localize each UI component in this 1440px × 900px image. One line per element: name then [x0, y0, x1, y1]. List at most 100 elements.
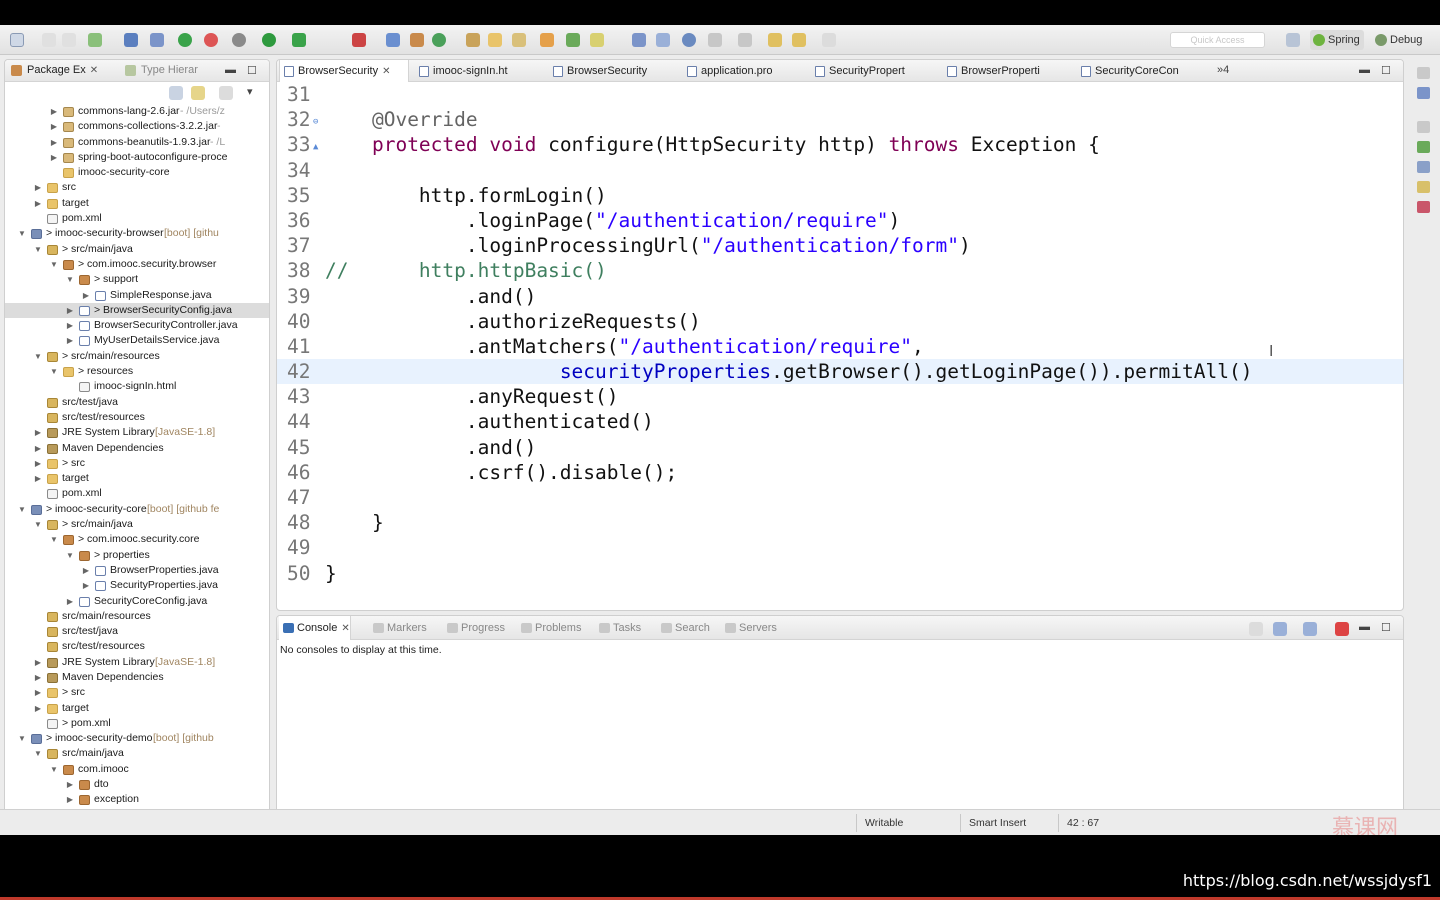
spring-console-icon[interactable] — [1335, 622, 1349, 636]
debug-perspective-button[interactable]: Debug — [1372, 30, 1426, 50]
layout-icon[interactable] — [632, 33, 646, 47]
expand-right-icon[interactable]: ▶ — [33, 196, 43, 211]
next-annotation-icon[interactable] — [708, 33, 722, 47]
annotate-icon[interactable] — [566, 33, 580, 47]
editor-tab[interactable]: imooc-signIn.ht — [415, 60, 541, 82]
tree-item[interactable]: ▶ Maven Dependencies — [5, 441, 269, 456]
code-area[interactable]: 31 32 ⊖ @Override 33 ▲ protected void config… — [277, 82, 1403, 586]
expand-right-icon[interactable]: ▶ — [33, 425, 43, 440]
tree-item[interactable]: pom.xml — [5, 211, 269, 226]
tree-item[interactable]: ▶ JRE System Library [JavaSE-1.8] — [5, 425, 269, 440]
expand-right-icon[interactable]: ▶ — [65, 792, 75, 807]
tree-item[interactable]: ▼ com.imooc — [5, 762, 269, 777]
tree-item[interactable]: ▼ > support — [5, 272, 269, 287]
editor-tab[interactable]: SecurityPropert — [811, 60, 937, 82]
git-icon[interactable] — [1417, 141, 1430, 153]
code-line[interactable]: 35 http.formLogin() — [277, 183, 1403, 208]
tree-item[interactable]: ▶ target — [5, 196, 269, 211]
code-line[interactable]: 34 — [277, 158, 1403, 183]
expand-down-icon[interactable]: ▼ — [49, 257, 59, 272]
outline-icon[interactable] — [1417, 87, 1430, 99]
restore-lower-icon[interactable] — [1417, 121, 1430, 133]
more-tabs-indicator[interactable]: »4 — [1217, 64, 1229, 76]
maximize-icon[interactable]: ☐ — [1381, 64, 1391, 77]
expand-right-icon[interactable]: ▶ — [33, 471, 43, 486]
editor-tab[interactable]: SecurityCoreCon — [1077, 60, 1203, 82]
task-icon[interactable] — [540, 33, 554, 47]
display-console-icon[interactable] — [1273, 622, 1287, 636]
minimize-icon[interactable]: ▬ — [225, 64, 236, 76]
code-line[interactable]: 37 .loginProcessingUrl("/authentication/… — [277, 233, 1403, 258]
tree-item[interactable]: pom.xml — [5, 486, 269, 501]
tree-item[interactable]: ▼ > com.imooc.security.core — [5, 532, 269, 547]
collapse-all-icon[interactable] — [169, 86, 183, 100]
code-line[interactable]: 38 // http.httpBasic() — [277, 258, 1403, 283]
code-line[interactable]: 48 } — [277, 510, 1403, 535]
tree-item[interactable]: ▶ > BrowserSecurityConfig.java — [5, 302, 269, 319]
code-line[interactable]: 44 .authenticated() — [277, 409, 1403, 434]
expand-right-icon[interactable]: ▶ — [33, 670, 43, 685]
terminal-icon[interactable] — [124, 33, 138, 47]
expand-down-icon[interactable]: ▼ — [49, 532, 59, 547]
tree-item[interactable]: imooc-security-core — [5, 165, 269, 180]
tree-item[interactable]: ▶ src — [5, 180, 269, 195]
tree-item[interactable]: ▼ > imooc-security-demo [boot] [github — [5, 731, 269, 746]
open-console-icon[interactable] — [1303, 622, 1317, 636]
expand-right-icon[interactable]: ▶ — [65, 318, 75, 333]
tree-item[interactable]: ▶ commons-collections-3.2.2.jar - — [5, 119, 269, 134]
spring-perspective-button[interactable]: Spring — [1310, 30, 1364, 50]
code-line[interactable]: 45 .and() — [277, 435, 1403, 460]
expand-right-icon[interactable]: ▶ — [65, 594, 75, 609]
tree-item[interactable]: src/test/resources — [5, 410, 269, 425]
code-line[interactable]: 39 .and() — [277, 284, 1403, 309]
tree-item[interactable]: ▶ commons-lang-2.6.jar - /Users/z — [5, 104, 269, 119]
tree-item[interactable]: ▶ spring-boot-autoconfigure-proce — [5, 150, 269, 165]
restore-icon[interactable] — [1417, 67, 1430, 79]
code-line[interactable]: 31 — [277, 82, 1403, 107]
console-tab[interactable]: Problems — [517, 616, 581, 640]
tree-item[interactable]: src/test/java — [5, 624, 269, 639]
console-tab[interactable]: Tasks — [595, 616, 641, 640]
expand-right-icon[interactable]: ▶ — [49, 104, 59, 119]
quick-access-input[interactable]: Quick Access — [1170, 32, 1265, 48]
maximize-icon[interactable]: ☐ — [247, 64, 257, 77]
expand-down-icon[interactable]: ▼ — [17, 731, 27, 746]
expand-right-icon[interactable]: ▶ — [33, 180, 43, 195]
pin-icon[interactable] — [150, 33, 164, 47]
tree-item[interactable]: ▶ SecurityProperties.java — [5, 578, 269, 593]
edit-icon[interactable] — [512, 33, 526, 47]
editor-tab[interactable]: BrowserSecurity ✕ — [279, 60, 409, 82]
open-type-icon[interactable] — [466, 33, 480, 47]
tree-item[interactable]: ▼ > properties — [5, 548, 269, 563]
code-line[interactable]: 33 ▲ protected void configure(HttpSecurit… — [277, 132, 1403, 157]
expand-right-icon[interactable]: ▶ — [81, 578, 91, 593]
tree-item[interactable]: ▶ BrowserProperties.java — [5, 563, 269, 578]
editor-tab[interactable]: application.pro — [683, 60, 809, 82]
expand-right-icon[interactable]: ▶ — [49, 119, 59, 134]
tree-item[interactable]: ▶ JRE System Library [JavaSE-1.8] — [5, 655, 269, 670]
folder-open-icon[interactable] — [488, 33, 502, 47]
expand-right-icon[interactable]: ▶ — [81, 288, 91, 303]
expand-right-icon[interactable]: ▶ — [33, 701, 43, 716]
tree-item[interactable]: ▼ src/main/java — [5, 746, 269, 761]
new-package-icon[interactable] — [410, 33, 424, 47]
expand-down-icon[interactable]: ▼ — [33, 517, 43, 532]
expand-down-icon[interactable]: ▼ — [33, 242, 43, 257]
console-tab[interactable]: Console ✕ — [279, 616, 351, 640]
debug-icon[interactable] — [232, 33, 246, 47]
tree-item[interactable]: ▶ dto — [5, 777, 269, 792]
editor-tab[interactable]: BrowserSecurity — [549, 60, 675, 82]
tree-item[interactable]: ▼ > imooc-security-core [boot] [github fe — [5, 502, 269, 517]
tree-item[interactable]: src/test/java — [5, 395, 269, 410]
code-line[interactable]: 49 — [277, 535, 1403, 560]
view-menu-icon[interactable]: ▾ — [247, 85, 253, 98]
expand-right-icon[interactable]: ▶ — [65, 303, 75, 318]
maximize-icon[interactable]: ☐ — [1381, 621, 1391, 634]
expand-right-icon[interactable]: ▶ — [33, 441, 43, 456]
close-icon[interactable]: ✕ — [90, 65, 98, 76]
tree-item[interactable]: > pom.xml — [5, 716, 269, 731]
code-line[interactable]: 32 ⊖ @Override — [277, 107, 1403, 132]
new-icon[interactable] — [10, 33, 24, 47]
history-icon[interactable] — [1417, 181, 1430, 193]
print-icon[interactable] — [62, 33, 76, 47]
